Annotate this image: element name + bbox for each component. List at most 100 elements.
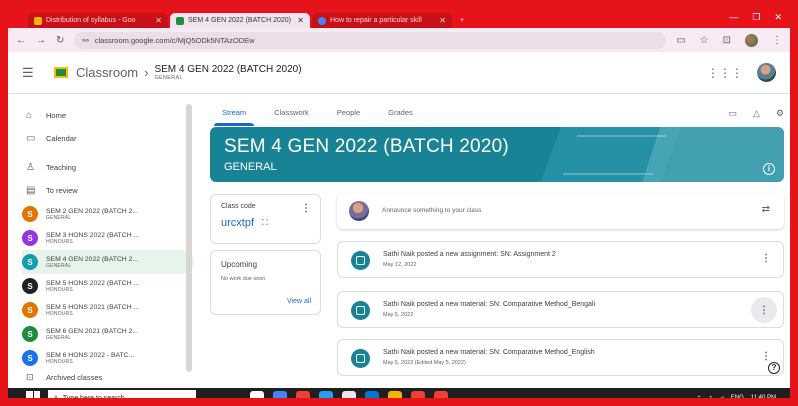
material-icon: [351, 301, 370, 320]
account-avatar[interactable]: [757, 63, 776, 82]
sidebar-class-item[interactable]: S SEM 4 GEN 2022 (BATCH 2... GENERAL: [22, 250, 194, 274]
sidebar-class-item[interactable]: S SEM 5 HONS 2022 (BATCH ... HONOURS: [22, 274, 194, 298]
fullscreen-icon[interactable]: ⛶: [262, 218, 268, 228]
sidebar-item-to-review[interactable]: ▤ To review: [22, 179, 194, 202]
view-all-link[interactable]: View all: [287, 298, 311, 305]
taskbar-app-icon[interactable]: [273, 391, 287, 398]
windows-start-icon[interactable]: [26, 391, 40, 398]
reload-icon[interactable]: ↻: [56, 35, 64, 46]
cast-icon[interactable]: ▭: [676, 35, 685, 46]
sidebar: ⌂ Home ▭ Calendar ♙ Teaching ▤ To review S SE…: [22, 104, 194, 396]
sidebar-item-home[interactable]: ⌂ Home: [22, 104, 194, 127]
tab-grades[interactable]: Grades: [374, 108, 427, 126]
sidebar-scrollbar[interactable]: [186, 104, 192, 372]
volume-icon[interactable]: ◁: [719, 395, 724, 399]
app-name[interactable]: Classroom: [76, 65, 138, 80]
stream-post[interactable]: Sathi Naik posted a new material: SN: Co…: [337, 339, 784, 376]
taskbar-app-icon[interactable]: [250, 391, 264, 398]
sidebar-class-item[interactable]: S SEM 3 HONS 2022 (BATCH ... HONOURS: [22, 226, 194, 250]
material-icon: [351, 349, 370, 368]
taskbar-app-icon[interactable]: [342, 391, 356, 398]
app-header: ☰ Classroom › SEM 4 GEN 2022 (BATCH 2020…: [8, 52, 790, 94]
class-section: GENERAL: [46, 214, 72, 221]
taskbar-app-icon[interactable]: [411, 391, 425, 398]
sidebar-class-item[interactable]: S SEM 5 HONS 2021 (BATCH ... HONOURS: [22, 298, 194, 322]
language-indicator[interactable]: ENG: [731, 395, 744, 398]
class-name: SEM 5 HONS 2021 (BATCH ...: [46, 303, 140, 311]
back-icon[interactable]: ←: [16, 35, 26, 46]
browser-profile-avatar[interactable]: [745, 33, 758, 47]
stream-post[interactable]: Sathi Naik posted a new assignment: SN: …: [337, 241, 784, 278]
more-options-icon[interactable]: ⋮: [751, 297, 777, 323]
close-window-icon[interactable]: ✕: [774, 12, 782, 23]
upcoming-title: Upcoming: [221, 260, 258, 269]
taskbar-app-icon[interactable]: [319, 391, 333, 398]
class-initial-avatar: S: [22, 302, 38, 318]
windows-taskbar: ⌕ Type here to search ⌃ ◔ ◁ ENG 11:40 PM: [8, 388, 790, 401]
class-tabs: Stream Classwork People Grades ▭ △ ⚙: [208, 100, 790, 126]
forward-icon[interactable]: →: [36, 35, 46, 46]
info-icon[interactable]: i: [763, 163, 775, 175]
clock[interactable]: 11:40 PM: [751, 394, 776, 398]
class-name: SEM 6 HONS 2022 - BATC...: [46, 351, 135, 359]
classroom-favicon-icon: [176, 16, 184, 25]
more-options-icon[interactable]: ⋮: [761, 253, 771, 264]
browser-tab-active[interactable]: SEM 4 GEN 2022 (BATCH 2020) ✕: [170, 13, 310, 28]
main-menu-icon[interactable]: ☰: [22, 65, 44, 81]
repost-icon[interactable]: ⇄: [762, 204, 770, 215]
help-icon[interactable]: ?: [768, 362, 780, 374]
sidebar-item-teaching[interactable]: ♙ Teaching: [22, 156, 194, 179]
close-tab-icon[interactable]: ✕: [439, 16, 446, 25]
tray-chevron-icon[interactable]: ⌃: [696, 395, 701, 399]
sidebar-class-item[interactable]: S SEM 6 GEN 2021 (BATCH 2... GENERAL: [22, 322, 194, 346]
close-tab-icon[interactable]: ✕: [155, 16, 162, 25]
classroom-logo-icon[interactable]: [54, 67, 68, 78]
extensions-icon[interactable]: ⊡: [723, 35, 731, 46]
new-tab-button[interactable]: +: [454, 13, 472, 28]
class-initial-avatar: S: [22, 326, 38, 342]
sidebar-class-list: S SEM 2 GEN 2022 (BATCH 2... GENERAL S SEM 3…: [22, 202, 194, 370]
taskbar-search-field[interactable]: ⌕ Type here to search: [48, 390, 196, 401]
breadcrumb-class-section: GENERAL: [154, 75, 183, 81]
search-icon: ⌕: [54, 394, 58, 401]
minimize-icon[interactable]: —: [729, 12, 738, 23]
sidebar-item-calendar[interactable]: ▭ Calendar: [22, 127, 194, 150]
announce-box[interactable]: Announce something to your class ⇄: [337, 193, 784, 229]
post-date: May 5, 2022 (Edited May 5, 2022): [383, 360, 466, 366]
taskbar-app-icon[interactable]: [388, 391, 402, 398]
stream-post[interactable]: Sathi Naik posted a new material: SN: Co…: [337, 291, 784, 328]
url-text: classroom.google.com/c/MjQ5ODk5NTAzODEw: [94, 35, 255, 45]
more-options-icon[interactable]: ⋮: [301, 203, 311, 214]
more-options-icon[interactable]: ⋮: [761, 351, 771, 362]
taskbar-app-icon[interactable]: [434, 391, 448, 398]
post-title: Sathi Naik posted a new material: SN: Co…: [383, 349, 595, 356]
sidebar-class-item[interactable]: S SEM 2 GEN 2022 (BATCH 2... GENERAL: [22, 202, 194, 226]
network-icon[interactable]: ◔: [708, 395, 712, 398]
browser-tab[interactable]: How to repair a particular skill ✕: [312, 13, 452, 28]
restore-icon[interactable]: ❐: [752, 12, 760, 23]
url-field[interactable]: ⚯ classroom.google.com/c/MjQ5ODk5NTAzODE…: [74, 31, 667, 49]
sidebar-class-item[interactable]: S SEM 6 HONS 2022 - BATC... HONOURS: [22, 346, 194, 370]
calendar-icon[interactable]: ▭: [728, 108, 737, 119]
close-tab-icon[interactable]: ✕: [297, 16, 304, 25]
browser-menu-icon[interactable]: ⋮: [772, 35, 782, 46]
google-apps-icon[interactable]: ⋮⋮⋮: [707, 66, 743, 80]
taskbar-app-icon[interactable]: [296, 391, 310, 398]
announce-placeholder[interactable]: Announce something to your class: [382, 207, 481, 214]
bookmark-star-icon[interactable]: ☆: [700, 35, 709, 46]
sidebar-item-archived[interactable]: ⊡ Archived classes: [26, 372, 102, 383]
tab-classwork[interactable]: Classwork: [260, 108, 323, 126]
browser-tab[interactable]: Distribution of syllabus - Goo ✕: [28, 13, 168, 28]
site-info-icon[interactable]: ⚯: [82, 36, 88, 45]
class-section: HONOURS: [46, 358, 73, 365]
settings-gear-icon[interactable]: ⚙: [776, 108, 784, 119]
post-date: May 12, 2022: [383, 262, 417, 268]
class-banner: SEM 4 GEN 2022 (BATCH 2020) GENERAL i: [210, 127, 784, 182]
class-name: SEM 5 HONS 2022 (BATCH ...: [46, 279, 140, 287]
tab-people[interactable]: People: [323, 108, 374, 126]
breadcrumb-class[interactable]: SEM 4 GEN 2022 (BATCH 2020) GENERAL: [154, 64, 301, 81]
class-code-value[interactable]: urcxtpf: [221, 217, 254, 229]
taskbar-app-icon[interactable]: [365, 391, 379, 398]
tab-stream[interactable]: Stream: [208, 108, 260, 126]
drive-folder-icon[interactable]: △: [753, 108, 760, 119]
